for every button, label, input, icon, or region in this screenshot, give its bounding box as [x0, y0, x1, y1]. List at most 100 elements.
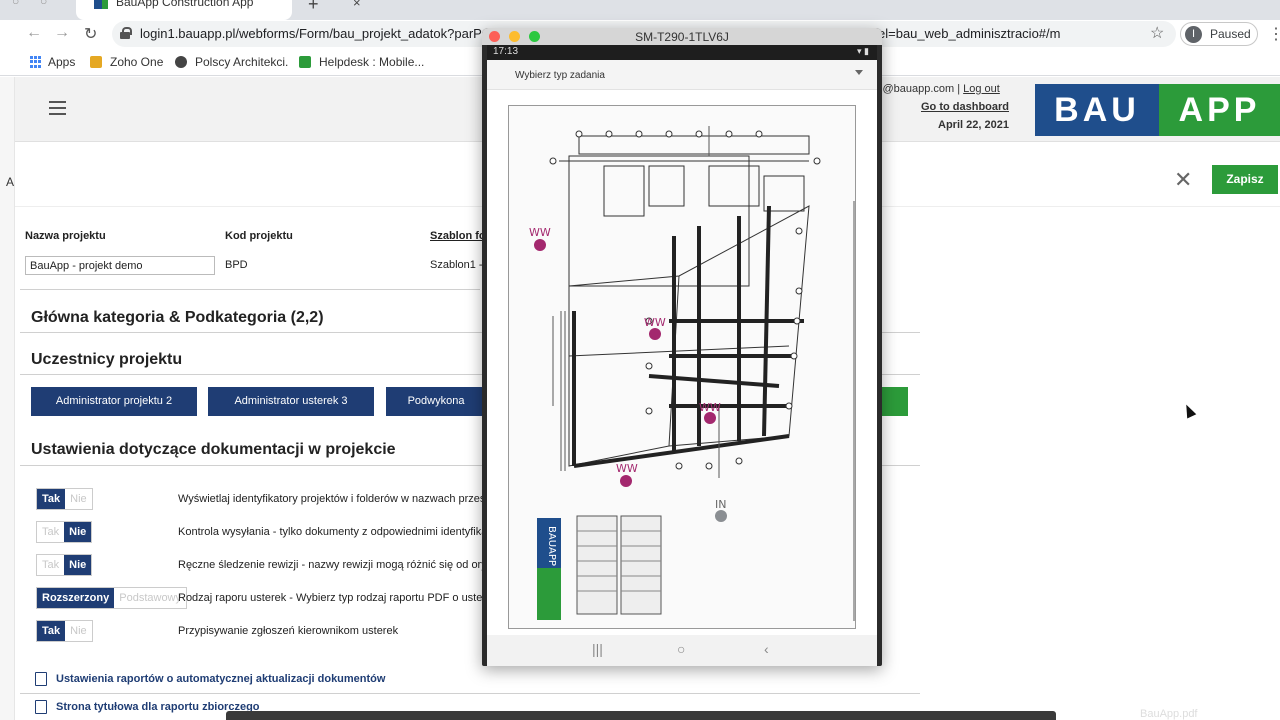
profile-status: Paused: [1210, 27, 1251, 41]
url-text: login1.bauapp.pl/webforms/Form/bau_proje…: [140, 26, 482, 41]
task-type-label: Wybierz typ zadania: [515, 70, 605, 81]
chevron-down-icon: [855, 70, 863, 75]
device-screen: Wybierz typ zadania WW WW WW WW IN BAUAP…: [487, 60, 877, 666]
device-titlebar[interactable]: SM-T290-1TLV6J: [482, 28, 882, 45]
project-name-label: Nazwa projektu: [25, 230, 106, 242]
bookmark-apps[interactable]: Apps: [48, 55, 75, 69]
floor-plan-drawing: WW WW WW WW IN BAUAPP: [529, 126, 855, 621]
toggle-basic[interactable]: Podstawowy: [114, 588, 187, 608]
role-button-green[interactable]: [880, 387, 908, 416]
logo-right: APP: [1159, 84, 1280, 136]
info-marker[interactable]: [715, 510, 727, 522]
recent-apps-icon[interactable]: |||: [592, 641, 603, 657]
floor-plan[interactable]: WW WW WW WW IN BAUAPP: [508, 105, 856, 629]
back-arrow-icon[interactable]: ←: [26, 24, 42, 42]
defect-marker[interactable]: [620, 475, 632, 487]
background-tab-icon[interactable]: ○: [40, 0, 47, 8]
toggle-show-identifiers[interactable]: Tak Nie: [36, 488, 93, 510]
close-icon[interactable]: ✕: [1174, 169, 1192, 191]
toggle-extended[interactable]: Rozszerzony: [37, 588, 115, 608]
user-account: l@bauapp.com | Log out: [880, 83, 1000, 95]
project-code-label: Kod projektu: [225, 230, 293, 242]
project-name-input[interactable]: BauApp - projekt demo: [25, 256, 215, 275]
toggle-yes[interactable]: Tak: [37, 522, 65, 542]
device-title: SM-T290-1TLV6J: [635, 30, 729, 44]
template-label[interactable]: Szablon fo: [430, 230, 486, 242]
role-button-defect-admin[interactable]: Administrator usterek 3: [208, 387, 374, 416]
browser-tabstrip: ○ ○ BauApp Construction App × +: [0, 0, 1280, 20]
toggle-report-type[interactable]: Rozszerzony Podstawowy: [36, 587, 188, 609]
toggle-no[interactable]: Nie: [65, 489, 92, 509]
plan-logo-green: [537, 568, 561, 620]
marker-label: WW: [616, 462, 638, 475]
document-settings-icon: [35, 672, 47, 686]
setting-label: Wyświetlaj identyfikatory projektów i fo…: [178, 493, 491, 505]
toggle-upload-control[interactable]: Tak Nie: [36, 521, 93, 543]
browser-menu-icon[interactable]: ⋮: [1268, 24, 1280, 44]
url-text-tail: el=bau_web_adminisztracio#/m: [878, 26, 1061, 41]
user-email: l@bauapp.com: [880, 83, 955, 95]
toggle-no[interactable]: Nie: [64, 522, 92, 542]
role-button-subcontractor[interactable]: Podwykona: [386, 387, 486, 416]
toggle-yes[interactable]: Tak: [37, 621, 66, 641]
categories-heading[interactable]: Główna kategoria & Podkategoria (2,2): [31, 309, 324, 327]
marker-label: WW: [644, 316, 666, 329]
macos-dock[interactable]: [226, 711, 1056, 720]
setting-label: Przypisywanie zgłoszeń kierownikom uster…: [178, 625, 399, 637]
reload-icon[interactable]: ↻: [84, 24, 97, 44]
forward-arrow-icon[interactable]: →: [54, 24, 70, 42]
tab-close-icon[interactable]: ×: [353, 0, 361, 10]
helpdesk-icon: [299, 56, 311, 68]
background-tabs[interactable]: ○ ○: [0, 0, 76, 20]
hamburger-menu-icon[interactable]: [49, 101, 66, 115]
toggle-yes[interactable]: Tak: [37, 555, 65, 575]
documentation-heading: Ustawienia dotyczące dokumentacji w proj…: [31, 441, 396, 458]
setting-label: Ręczne śledzenie rewizji - nazwy rewizji…: [178, 559, 493, 571]
android-nav-bar: ||| ○ ‹: [487, 635, 877, 666]
background-tab-icon[interactable]: ○: [12, 0, 19, 8]
bauapp-logo[interactable]: BAU APP: [1035, 84, 1280, 136]
toggle-manual-revision[interactable]: Tak Nie: [36, 554, 93, 576]
bookmark-star-icon[interactable]: ☆: [1150, 23, 1164, 43]
bookmark-zoho[interactable]: Zoho One: [110, 55, 163, 69]
zoho-icon: [90, 56, 102, 68]
participants-heading[interactable]: Uczestnicy projektu: [31, 351, 182, 369]
new-tab-button[interactable]: +: [308, 0, 319, 15]
dock-file-label[interactable]: BauApp.pdf: [1140, 708, 1198, 720]
toggle-yes[interactable]: Tak: [37, 489, 66, 509]
back-icon[interactable]: ‹: [764, 641, 769, 657]
toggle-assign-managers[interactable]: Tak Nie: [36, 620, 93, 642]
bookmark-polscy[interactable]: Polscy Architekci.: [195, 55, 288, 69]
setting-label: Rodzaj raporu usterek - Wybierz typ rodz…: [178, 592, 492, 604]
toggle-no[interactable]: Nie: [65, 621, 92, 641]
device-mirror-window[interactable]: SM-T290-1TLV6J 17:13 ▾ ▮ Wybierz typ zad…: [482, 28, 882, 666]
android-status-bar: 17:13 ▾ ▮: [487, 45, 877, 60]
home-icon[interactable]: ○: [677, 641, 685, 657]
divider: [20, 289, 480, 290]
role-button-project-admin[interactable]: Administrator projektu 2: [31, 387, 197, 416]
bookmark-helpdesk[interactable]: Helpdesk : Mobile...: [319, 55, 424, 69]
logo-left: BAU: [1035, 84, 1159, 136]
active-tab[interactable]: BauApp Construction App ×: [76, 0, 361, 20]
marker-label: IN: [715, 498, 726, 511]
profile-button[interactable]: I Paused: [1180, 22, 1258, 46]
logout-link[interactable]: Log out: [963, 83, 1000, 95]
left-edge-char: A: [6, 175, 15, 189]
status-time: 17:13: [493, 46, 519, 57]
template-value: Szablon1 -: [430, 259, 483, 271]
save-button[interactable]: Zapisz: [1212, 165, 1278, 194]
defect-marker[interactable]: [649, 328, 661, 340]
toggle-no[interactable]: Nie: [64, 555, 92, 575]
divider: [20, 693, 920, 694]
defect-marker[interactable]: [704, 412, 716, 424]
status-icons: ▾ ▮: [857, 46, 869, 56]
lock-icon: [120, 27, 132, 39]
setting-label: Kontrola wysyłania - tylko dokumenty z o…: [178, 526, 491, 538]
profile-avatar: I: [1185, 26, 1202, 43]
globe-icon: [175, 56, 187, 68]
defect-marker[interactable]: [534, 239, 546, 251]
auto-update-reports-link[interactable]: Ustawienia raportów o automatycznej aktu…: [56, 673, 385, 685]
task-type-dropdown[interactable]: Wybierz typ zadania: [487, 60, 877, 90]
marker-label: WW: [529, 226, 551, 239]
dashboard-link[interactable]: Go to dashboard: [921, 101, 1009, 113]
